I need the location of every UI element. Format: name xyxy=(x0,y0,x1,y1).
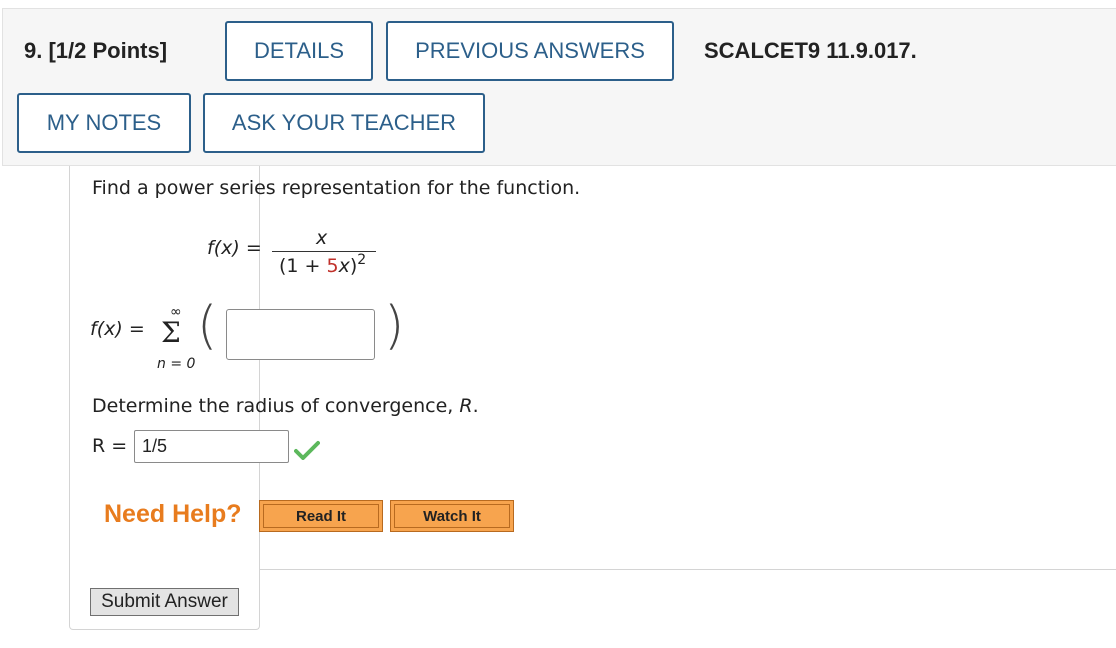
question-number-text: 9. xyxy=(24,38,43,63)
previous-answers-button[interactable]: PREVIOUS ANSWERS xyxy=(386,21,674,81)
equals-sign: = xyxy=(245,237,262,259)
question-points: [1/2 Points] xyxy=(48,38,168,63)
denominator-exponent: 2 xyxy=(357,252,367,268)
radius-label: R = xyxy=(92,435,128,457)
series-answer-input[interactable] xyxy=(226,309,375,360)
ask-your-teacher-button[interactable]: ASK YOUR TEACHER xyxy=(203,93,485,153)
read-it-button[interactable]: Read It xyxy=(259,500,383,532)
my-notes-button[interactable]: MY NOTES xyxy=(17,93,191,153)
fraction-denominator: (1 + 5x)2 xyxy=(279,252,367,277)
radius-prompt: Determine the radius of convergence, R. xyxy=(92,395,479,417)
radius-input[interactable] xyxy=(134,430,289,463)
question-number: 9. [1/2 Points] xyxy=(24,38,167,64)
sum-lower-limit: n = 0 xyxy=(157,356,196,372)
submit-answer-button[interactable]: Submit Answer xyxy=(90,588,239,616)
radius-prompt-var: R xyxy=(459,395,473,417)
radius-prompt-text: Determine the radius of convergence, xyxy=(92,395,460,417)
radius-prompt-end: . xyxy=(472,395,479,417)
check-icon xyxy=(294,441,320,460)
watch-it-button[interactable]: Watch It xyxy=(390,500,514,532)
denominator-coefficient: 5 xyxy=(326,255,339,277)
series-function-label: f(x) xyxy=(90,318,123,340)
need-help-label: Need Help? xyxy=(104,500,242,528)
right-paren: ) xyxy=(384,296,405,356)
question-code: SCALCET9 11.9.017. xyxy=(704,38,917,63)
fraction-numerator: x xyxy=(316,227,328,249)
series-label: f(x) = xyxy=(90,318,145,340)
function-definition: f(x) = xyxy=(207,237,262,259)
problem-prompt: Find a power series representation for t… xyxy=(92,177,581,199)
denominator-variable: x xyxy=(338,255,350,277)
sigma-symbol: Σ xyxy=(161,316,181,349)
series-equals: = xyxy=(128,318,145,340)
details-button[interactable]: DETAILS xyxy=(225,21,373,81)
denominator-open: (1 + xyxy=(279,255,327,277)
panel-divider xyxy=(259,569,1116,570)
left-paren: ( xyxy=(197,296,218,356)
read-it-label: Read It xyxy=(263,504,379,528)
watch-it-label: Watch It xyxy=(394,504,510,528)
function-label: f(x) xyxy=(207,237,240,259)
